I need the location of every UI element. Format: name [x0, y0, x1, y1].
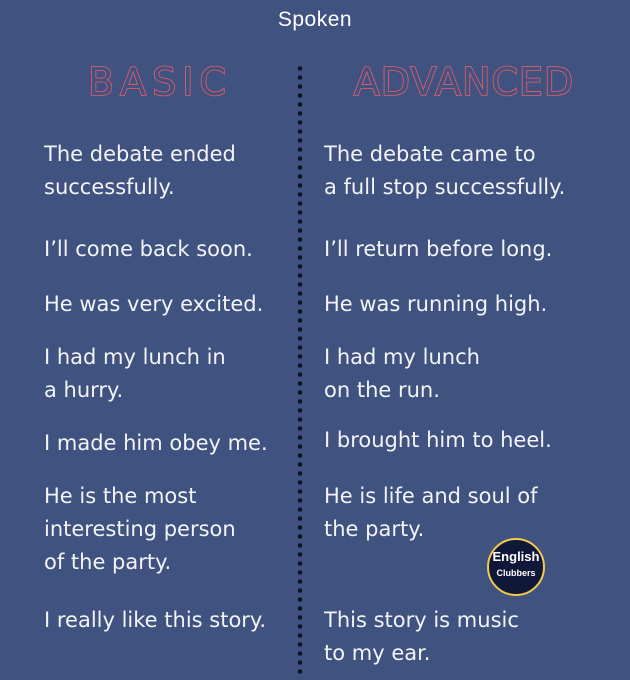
phrase-line: He is the most: [44, 484, 197, 508]
advanced-phrase: He is life and soul of the party.: [324, 480, 538, 546]
advanced-heading: ADVANCED: [353, 59, 575, 105]
phrase-line: on the run.: [324, 378, 440, 402]
logo-text-sub: Clubbers: [496, 568, 536, 578]
phrase-line: to my ear.: [324, 641, 431, 665]
phrase-line: I had my lunch: [324, 345, 480, 369]
phrase-line: of the party.: [44, 550, 172, 574]
basic-phrase: He is the most interesting person of the…: [44, 480, 236, 579]
advanced-phrase: This story is music to my ear.: [324, 604, 519, 670]
phrase-line: The debate came to: [324, 142, 536, 166]
advanced-phrase: I’ll return before long.: [324, 233, 552, 266]
page-title: Spoken: [277, 8, 353, 31]
basic-phrase: I made him obey me.: [44, 427, 268, 460]
phrase-line: a full stop successfully.: [324, 175, 566, 199]
phrase-line: interesting person: [44, 517, 236, 541]
logo-text-main: English: [492, 549, 540, 564]
advanced-phrase: The debate came to a full stop successfu…: [324, 138, 565, 204]
basic-phrase: I had my lunch in a hurry.: [44, 341, 226, 407]
basic-phrase: I’ll come back soon.: [44, 233, 253, 266]
phrase-line: I made him obey me.: [44, 431, 268, 455]
phrase-line: He is life and soul of: [324, 484, 538, 508]
phrase-line: He was running high.: [324, 292, 548, 316]
basic-phrase: He was very excited.: [44, 288, 263, 321]
phrase-line: This story is music: [324, 608, 519, 632]
phrase-line: successfully.: [44, 175, 175, 199]
advanced-phrase: I brought him to heel.: [324, 424, 552, 457]
phrase-line: a hurry.: [44, 378, 124, 402]
basic-phrase: The debate ended successfully.: [44, 138, 236, 204]
phrase-line: I brought him to heel.: [324, 428, 552, 452]
english-clubbers-logo: English Clubbers: [487, 538, 545, 596]
basic-heading: BASIC: [87, 59, 232, 105]
phrase-line: I had my lunch in: [44, 345, 226, 369]
advanced-phrase: I had my lunch on the run.: [324, 341, 480, 407]
phrase-line: I really like this story.: [44, 608, 267, 632]
dotted-divider: [297, 64, 303, 678]
basic-phrase: I really like this story.: [44, 604, 266, 637]
phrase-line: He was very excited.: [44, 292, 264, 316]
phrase-line: I’ll return before long.: [324, 237, 553, 261]
phrase-line: I’ll come back soon.: [44, 237, 253, 261]
advanced-phrase: He was running high.: [324, 288, 547, 321]
phrase-line: The debate ended: [44, 142, 236, 166]
